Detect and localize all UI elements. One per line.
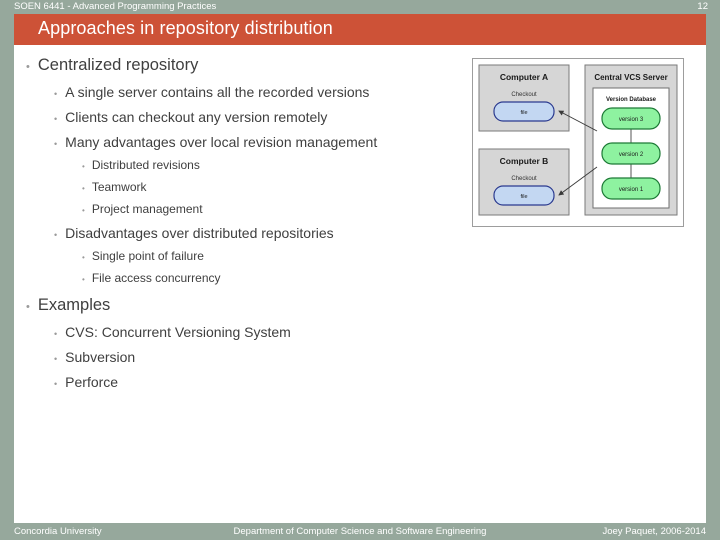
bullet-marker-icon: • — [82, 184, 85, 193]
bullet-label: CVS: Concurrent Versioning System — [65, 324, 291, 340]
bullet-label: Centralized repository — [37, 56, 199, 74]
bullet-item-level-1: • Centralized repository — [14, 56, 474, 75]
bullet-label: Teamwork — [91, 180, 147, 194]
bullet-marker-icon: • — [82, 253, 85, 262]
bullet-marker-icon: • — [54, 89, 58, 99]
bullet-list: • Centralized repository • A single server … — [14, 45, 474, 390]
bullet-marker-icon: • — [82, 275, 85, 284]
slide-content-area: • Centralized repository • A single server … — [14, 45, 706, 523]
bullet-label: Project management — [91, 202, 203, 216]
footer-author: Joey Paquet, 2006-2014 — [602, 526, 706, 537]
bullet-marker-icon: • — [82, 162, 85, 171]
computer-b-file-label: file — [520, 194, 527, 200]
bullet-label: Perforce — [65, 374, 119, 390]
bullet-label: Many advantages over local revision mana… — [65, 134, 378, 150]
bullet-marker-icon: • — [54, 329, 58, 339]
bullet-item-level-2: • Disadvantages over distributed reposito… — [14, 225, 474, 241]
slide-title: Approaches in repository distribution — [38, 18, 333, 38]
computer-a-file-label: file — [520, 110, 527, 116]
central-server-title: Central VCS Server — [594, 73, 667, 82]
bullet-item-level-3: • Single point of failure — [14, 249, 474, 263]
centralized-vcs-diagram: Computer A Checkout file Computer B Chec… — [472, 58, 684, 227]
bullet-marker-icon: • — [54, 379, 58, 389]
version-1-label: version 1 — [619, 187, 644, 193]
bullet-item-level-2: • Clients can checkout any version remote… — [14, 109, 474, 125]
bullet-item-level-2: • Subversion — [14, 349, 474, 365]
version-3-label: version 3 — [619, 117, 644, 123]
bullet-marker-icon: • — [26, 61, 30, 73]
bullet-label: Single point of failure — [91, 249, 204, 263]
bullet-marker-icon: • — [54, 354, 58, 364]
bullet-marker-icon: • — [54, 139, 58, 149]
bullet-label: Disadvantages over distributed repositor… — [65, 225, 334, 241]
computer-b-title: Computer B — [500, 156, 549, 166]
bullet-label: Distributed revisions — [91, 158, 200, 172]
slide-header: SOEN 6441 - Advanced Programming Practic… — [0, 0, 720, 14]
bullet-marker-icon: • — [54, 230, 58, 240]
bullet-item-level-2: • A single server contains all the record… — [14, 84, 474, 100]
bullet-item-level-3: • File access concurrency — [14, 271, 474, 285]
version-database-label: Version Database — [606, 97, 657, 103]
computer-a-title: Computer A — [500, 72, 548, 82]
bullet-item-level-3: • Project management — [14, 202, 474, 216]
bullet-marker-icon: • — [26, 301, 30, 313]
bullet-item-level-3: • Distributed revisions — [14, 158, 474, 172]
course-title: SOEN 6441 - Advanced Programming Practic… — [14, 1, 217, 12]
slide-footer: Concordia University Department of Compu… — [0, 524, 720, 540]
bullet-label: Clients can checkout any version remotel… — [65, 109, 328, 125]
bullet-item-level-1: • Examples — [14, 296, 474, 315]
bullet-item-level-2: • CVS: Concurrent Versioning System — [14, 324, 474, 340]
computer-a-checkout-label: Checkout — [511, 92, 537, 98]
bullet-label: A single server contains all the recorde… — [65, 84, 370, 100]
slide-page-number: 12 — [697, 1, 708, 12]
slide-title-bar: Approaches in repository distribution — [14, 14, 706, 45]
bullet-label: Subversion — [65, 349, 136, 365]
bullet-item-level-2: • Many advantages over local revision man… — [14, 134, 474, 150]
bullet-item-level-3: • Teamwork — [14, 180, 474, 194]
bullet-item-level-2: • Perforce — [14, 374, 474, 390]
computer-b-checkout-label: Checkout — [511, 176, 537, 182]
bullet-label: File access concurrency — [91, 271, 221, 285]
bullet-label: Examples — [37, 296, 111, 314]
bullet-marker-icon: • — [82, 206, 85, 215]
version-2-label: version 2 — [619, 152, 644, 158]
bullet-marker-icon: • — [54, 114, 58, 124]
